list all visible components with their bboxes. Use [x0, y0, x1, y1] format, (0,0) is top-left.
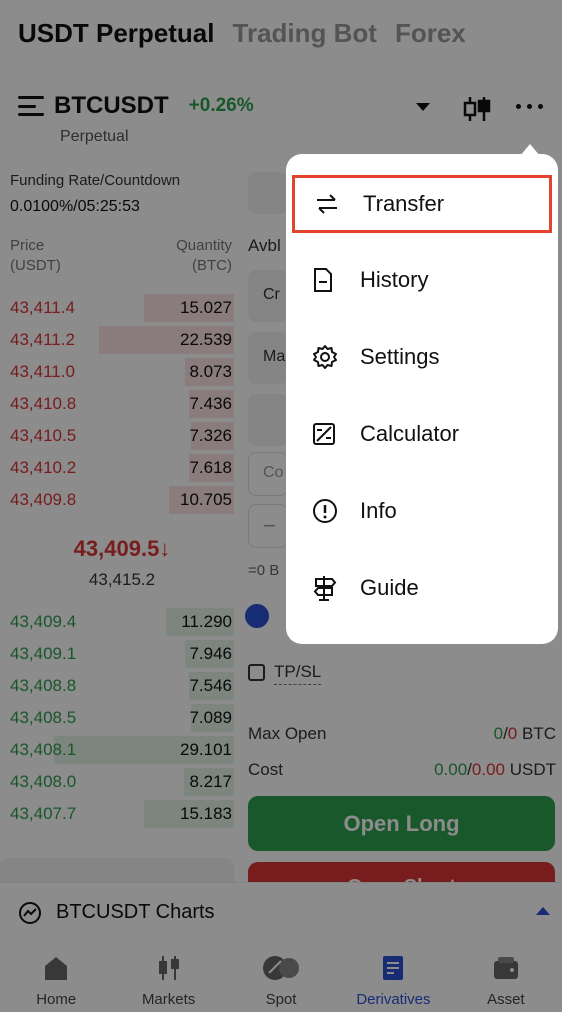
transfer-icon: [315, 190, 349, 218]
menu-item-transfer[interactable]: Transfer: [292, 175, 552, 233]
menu-item-label: Settings: [360, 344, 440, 369]
menu-item-label: History: [360, 267, 429, 292]
menu-item-calculator[interactable]: Calculator: [292, 405, 552, 463]
menu-item-history[interactable]: History: [292, 251, 552, 309]
info-icon: [312, 497, 346, 525]
document-icon: [312, 266, 346, 294]
calculator-icon: [312, 420, 346, 448]
menu-item-guide[interactable]: Guide: [292, 559, 552, 617]
menu-item-label: Transfer: [363, 191, 445, 216]
menu-pointer: [520, 144, 540, 156]
menu-item-settings[interactable]: Settings: [292, 328, 552, 386]
menu-item-label: Guide: [360, 575, 419, 600]
more-options-menu: Transfer History Settings Calculator Inf…: [286, 144, 558, 644]
menu-item-label: Info: [360, 498, 397, 523]
gear-icon: [312, 343, 346, 371]
signpost-icon: [312, 574, 346, 602]
menu-item-info[interactable]: Info: [292, 482, 552, 540]
menu-item-label: Calculator: [360, 421, 460, 446]
